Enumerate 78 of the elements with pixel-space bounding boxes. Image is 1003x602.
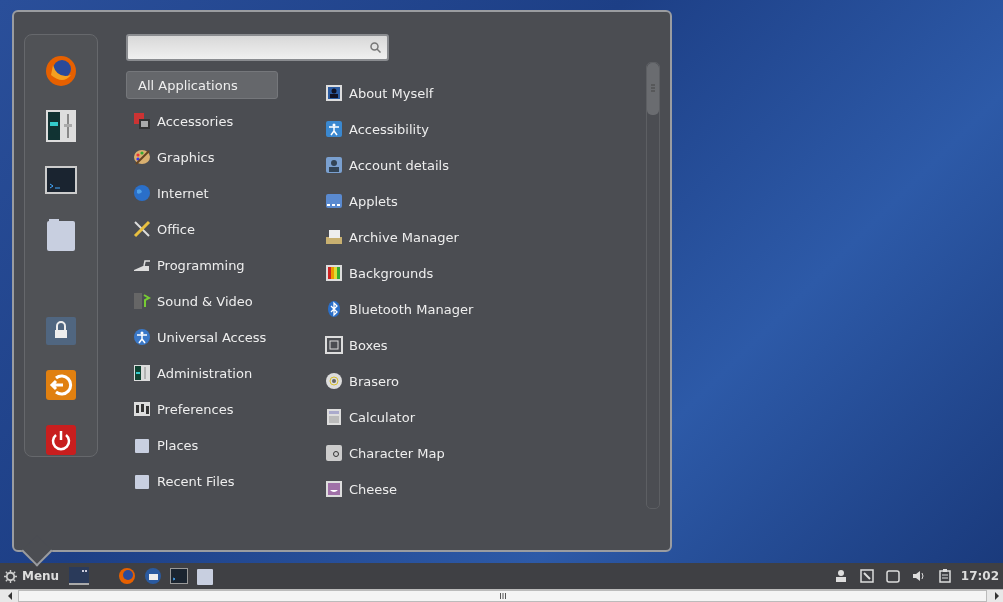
category-item[interactable]: Graphics: [126, 143, 278, 171]
disc-icon: [325, 372, 343, 390]
app-item[interactable]: Applets: [349, 193, 398, 209]
horizontal-scrollbar[interactable]: [0, 589, 1003, 602]
menu-button[interactable]: Menu: [4, 569, 64, 583]
scrollbar-thumb[interactable]: [647, 63, 659, 115]
globe-icon: [133, 184, 151, 202]
firefox-icon[interactable]: [117, 566, 138, 586]
category-item[interactable]: Recent Files: [126, 467, 278, 495]
sliders-icon: [133, 400, 151, 418]
grip-icon[interactable]: [499, 593, 506, 599]
panel-icon: [325, 192, 343, 210]
right-arrow-icon[interactable]: [993, 592, 1001, 600]
firefox-icon[interactable]: [43, 55, 79, 88]
category-label: Administration: [157, 365, 253, 381]
scrollbar[interactable]: [646, 62, 660, 509]
category-label: Graphics: [157, 149, 215, 165]
app-item[interactable]: Account details: [349, 157, 449, 173]
category-item[interactable]: Office: [126, 215, 278, 243]
category-item[interactable]: Administration: [126, 359, 278, 387]
palette-icon: [133, 148, 151, 166]
search-icon: [370, 42, 381, 53]
control-panel-icon: [133, 364, 151, 382]
category-label: All Applications: [138, 77, 238, 93]
app-item[interactable]: Brasero: [349, 373, 399, 389]
app-item[interactable]: Character Map: [349, 445, 445, 461]
pencil-ruler-icon: [133, 220, 151, 238]
user-icon: [325, 156, 343, 174]
category-label: Places: [157, 437, 199, 453]
app-item[interactable]: Backgrounds: [349, 265, 434, 281]
category-label: Accessories: [157, 113, 234, 129]
app-item[interactable]: Bluetooth Manager: [349, 301, 474, 317]
category-label: Internet: [157, 185, 209, 201]
control-panel-icon[interactable]: [43, 109, 79, 143]
category-label: Sound & Video: [157, 293, 253, 309]
category-label: Preferences: [157, 401, 234, 417]
bluetooth-icon: [325, 300, 343, 318]
accessibility-icon: [325, 120, 343, 138]
accessibility-icon: [133, 328, 151, 346]
gear-icon: [4, 569, 17, 583]
category-label: Universal Access: [157, 329, 267, 345]
film-note-icon: [133, 292, 151, 310]
lock-icon[interactable]: [43, 314, 79, 347]
category-label: Programming: [157, 257, 245, 273]
folder-icon: [133, 472, 151, 490]
category-item[interactable]: Places: [126, 431, 278, 459]
logout-icon[interactable]: [43, 368, 79, 402]
printer-icon: [325, 228, 343, 246]
category-item[interactable]: Universal Access: [126, 323, 278, 351]
character-key-icon: [325, 444, 343, 462]
search-field[interactable]: [126, 34, 389, 61]
app-item[interactable]: Accessibility: [349, 121, 429, 137]
app-item[interactable]: Cheese: [349, 481, 398, 497]
terminal-icon[interactable]: [43, 164, 79, 197]
power-icon[interactable]: [43, 423, 79, 456]
app-item[interactable]: Boxes: [349, 337, 388, 353]
show-desktop-icon[interactable]: [69, 566, 90, 586]
accessories-icon: [133, 112, 151, 130]
terminal-icon[interactable]: [169, 566, 190, 586]
calculator-icon: [325, 408, 343, 426]
app-item[interactable]: Archive Manager: [349, 229, 459, 245]
folder-icon: [133, 436, 151, 454]
category-item[interactable]: Internet: [126, 179, 278, 207]
person-icon: [325, 84, 343, 102]
category-item[interactable]: Accessories: [126, 107, 278, 135]
folder-icon[interactable]: [195, 566, 216, 586]
category-label: Office: [157, 221, 195, 237]
category-label: Recent Files: [157, 473, 235, 489]
category-item[interactable]: All Applications: [126, 71, 278, 99]
boxes-icon: [325, 336, 343, 354]
clock: 17:02: [960, 569, 999, 583]
category-item[interactable]: Preferences: [126, 395, 278, 423]
category-item[interactable]: Programming: [126, 251, 278, 279]
app-item[interactable]: Calculator: [349, 409, 415, 425]
app-item[interactable]: About Myself: [349, 85, 434, 101]
left-arrow-icon[interactable]: [6, 592, 14, 600]
color-bars-icon: [325, 264, 343, 282]
category-item[interactable]: Sound & Video: [126, 287, 278, 315]
